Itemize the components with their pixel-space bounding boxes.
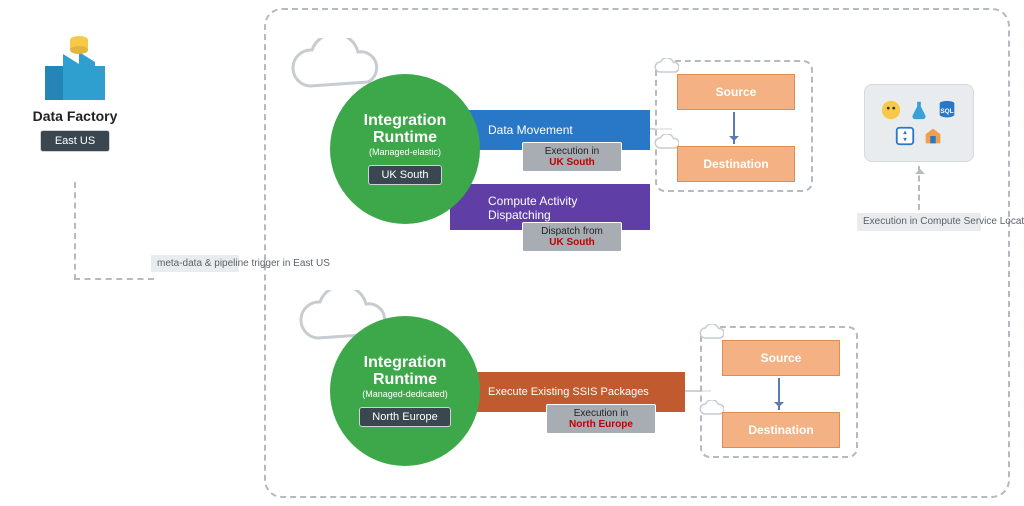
ir-title: Integration Runtime bbox=[330, 355, 480, 389]
data-factory-title: Data Factory bbox=[10, 108, 140, 124]
arrow-icon bbox=[733, 112, 735, 144]
data-factory-icon bbox=[39, 32, 111, 104]
integration-runtime-elastic: Integration Runtime (Managed-elastic) UK… bbox=[330, 74, 480, 224]
compute-services-panel: SQL bbox=[864, 84, 974, 162]
badge-region: UK South bbox=[529, 237, 615, 248]
spark-icon bbox=[894, 125, 916, 147]
destination-box: Destination bbox=[722, 412, 840, 448]
ir-title: Integration Runtime bbox=[330, 113, 480, 147]
sql-database-icon: SQL bbox=[936, 99, 958, 121]
svg-text:SQL: SQL bbox=[940, 108, 953, 115]
source-destination-group: Source Destination bbox=[655, 60, 813, 192]
badge-region: UK South bbox=[529, 157, 615, 168]
cloud-icon bbox=[698, 400, 724, 416]
source-box: Source bbox=[722, 340, 840, 376]
connector-line bbox=[74, 182, 76, 280]
execution-location-badge: Execution in North Europe bbox=[546, 404, 656, 434]
badge-line: Execution in bbox=[545, 146, 599, 157]
badge-line: Execution in bbox=[574, 408, 628, 419]
hadoop-icon bbox=[880, 99, 902, 121]
ir-subtitle: (Managed-dedicated) bbox=[362, 389, 448, 399]
metadata-trigger-label: meta-data & pipeline trigger in East US bbox=[150, 254, 240, 273]
data-factory-region-pill: East US bbox=[40, 130, 110, 152]
integration-runtime-dedicated: Integration Runtime (Managed-dedicated) … bbox=[330, 316, 480, 466]
activity-line: Dispatching bbox=[488, 209, 551, 222]
data-factory-block: Data Factory East US bbox=[10, 32, 140, 152]
ir-region-pill: UK South bbox=[368, 165, 441, 185]
dispatch-location-badge: Dispatch from UK South bbox=[522, 222, 622, 252]
activity-line: Compute Activity bbox=[488, 195, 577, 208]
destination-box: Destination bbox=[677, 146, 795, 182]
data-lake-icon bbox=[922, 125, 944, 147]
connector-line bbox=[74, 278, 154, 280]
source-box: Source bbox=[677, 74, 795, 110]
source-destination-group: Source Destination bbox=[700, 326, 858, 458]
ir-region-pill: North Europe bbox=[359, 407, 450, 427]
arrow-icon bbox=[918, 166, 920, 210]
flask-icon bbox=[908, 99, 930, 121]
badge-line: Dispatch from bbox=[541, 226, 603, 237]
arrow-icon bbox=[778, 378, 780, 410]
ir-subtitle: (Managed-elastic) bbox=[369, 147, 441, 157]
cloud-icon bbox=[653, 134, 679, 150]
compute-execution-label: Execution in Compute Service Location bbox=[856, 212, 982, 232]
execution-location-badge: Execution in UK South bbox=[522, 142, 622, 172]
cloud-icon bbox=[653, 58, 679, 74]
badge-region: North Europe bbox=[553, 419, 649, 430]
cloud-icon bbox=[698, 324, 724, 340]
